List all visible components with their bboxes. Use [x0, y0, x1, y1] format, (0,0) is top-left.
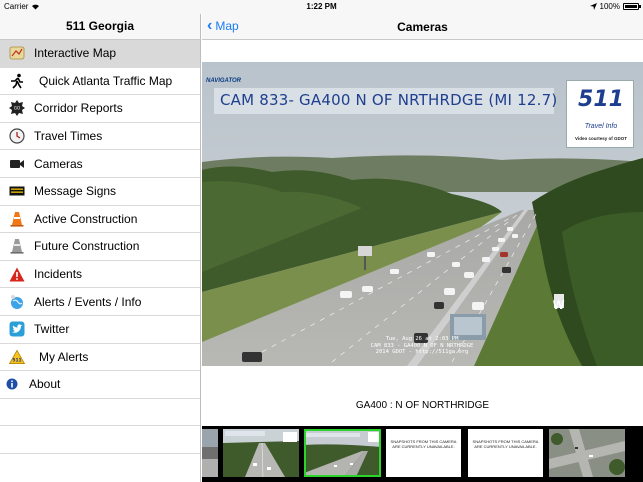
- camera-image[interactable]: CAM 833- GA400 N OF NRTHRDGE (MI 12.7) N…: [202, 62, 643, 366]
- location-arrow-icon: [589, 3, 597, 10]
- sidebar-item-quick-atlanta-traffic-map[interactable]: Quick Atlanta Traffic Map: [0, 68, 200, 96]
- gray-cone-icon: [9, 238, 25, 255]
- camera-thumbnail[interactable]: [223, 429, 299, 477]
- battery-percent: 100%: [599, 2, 620, 11]
- sidebar-item-interactive-map[interactable]: Interactive Map: [0, 40, 200, 68]
- camera-thumbnail[interactable]: [549, 429, 625, 477]
- map-icon: [9, 45, 25, 61]
- status-right: 100%: [589, 2, 641, 11]
- thumbnail-strip[interactable]: SNAPSHOTS FROM THIS CAMERA ARE CURRENTLY…: [202, 426, 643, 482]
- sidebar-item-label: My Alerts: [39, 349, 89, 364]
- sidebar-item-label: Quick Atlanta Traffic Map: [39, 73, 173, 88]
- sidebar-item-future-construction[interactable]: Future Construction: [0, 233, 200, 261]
- svg-text:511: 511: [12, 357, 21, 363]
- warning-icon: [9, 266, 25, 282]
- globe-icon: [9, 294, 25, 310]
- camera-thumbnail-selected[interactable]: [304, 429, 381, 477]
- empty-row: [0, 426, 200, 454]
- camera-thumbnail-unavailable[interactable]: SNAPSHOTS FROM THIS CAMERA ARE CURRENTLY…: [468, 429, 543, 477]
- timestamp-line: 2014 GDOT - http://511ga.org: [375, 349, 469, 355]
- 511-badge-icon: 511: [9, 349, 25, 365]
- sidebar: 511 Georgia Interactive Map Quick Atlant…: [0, 14, 201, 482]
- sidebar-title: 511 Georgia: [0, 14, 200, 40]
- svg-text:GO: GO: [14, 106, 20, 111]
- battery-icon: [623, 3, 641, 10]
- 511-logo-credit: Video courtesy of GDOT: [575, 136, 627, 141]
- sidebar-item-label: About: [29, 377, 61, 392]
- camera-thumbnail-unavailable[interactable]: SNAPSHOTS FROM THIS CAMERA ARE CURRENTLY…: [386, 429, 461, 477]
- sidebar-item-cameras[interactable]: Cameras: [0, 150, 200, 178]
- sidebar-item-alerts-events-info[interactable]: Alerts / Events / Info: [0, 288, 200, 316]
- detail-pane: ‹ Map Cameras CAM 833- GA400 N OF NRTHRD…: [202, 14, 643, 482]
- sidebar-menu: Interactive Map Quick Atlanta Traffic Ma…: [0, 40, 200, 454]
- sidebar-item-message-signs[interactable]: Message Signs: [0, 178, 200, 206]
- camera-thumbnail[interactable]: [202, 429, 218, 477]
- video-camera-icon: [9, 156, 25, 172]
- sidebar-item-about[interactable]: About: [0, 371, 200, 399]
- thumbnail-unavailable-text: SNAPSHOTS FROM THIS CAMERA ARE CURRENTLY…: [472, 439, 539, 449]
- sidebar-item-label: Alerts / Events / Info: [34, 294, 142, 309]
- detail-nav-bar: ‹ Map Cameras: [202, 14, 643, 40]
- sidebar-item-twitter[interactable]: Twitter: [0, 316, 200, 344]
- camera-timestamp: Tue, Aug 26 at 2:03 PM CAM 833 - GA400 N…: [342, 336, 502, 356]
- clock-icon: [9, 128, 25, 144]
- camera-overlay-title: CAM 833- GA400 N OF NRTHRDGE (MI 12.7): [220, 91, 558, 109]
- info-icon: [4, 376, 20, 392]
- 511-logo-sub: Travel Info: [584, 123, 618, 130]
- sidebar-item-label: Travel Times: [34, 129, 103, 144]
- status-bar: Carrier 1:22 PM 100%: [0, 0, 643, 14]
- thumbnail-unavailable-text: SNAPSHOTS FROM THIS CAMERA ARE CURRENTLY…: [390, 439, 457, 449]
- message-sign-icon: [9, 183, 25, 199]
- page-title: Cameras: [397, 20, 448, 34]
- status-time: 1:22 PM: [306, 2, 337, 11]
- runner-icon: [9, 73, 25, 89]
- sidebar-item-label: Corridor Reports: [34, 101, 123, 116]
- sidebar-item-my-alerts[interactable]: 511 My Alerts: [0, 344, 200, 372]
- navigator-brand: NAVIGATOR: [206, 78, 242, 84]
- sidebar-item-incidents[interactable]: Incidents: [0, 261, 200, 289]
- camera-sign-letter: W: [553, 298, 565, 312]
- 511-logo-number: 511: [578, 87, 624, 112]
- sidebar-item-active-construction[interactable]: Active Construction: [0, 206, 200, 234]
- sidebar-item-label: Twitter: [34, 322, 70, 337]
- sidebar-item-label: Message Signs: [34, 184, 117, 199]
- camera-caption: GA400 : N OF NORTHRIDGE: [355, 400, 490, 411]
- orange-cone-icon: [9, 211, 25, 227]
- report-badge-icon: GO: [9, 100, 25, 117]
- sidebar-item-label: Future Construction: [34, 239, 140, 254]
- sidebar-item-label: Interactive Map: [34, 46, 117, 61]
- sidebar-item-label: Cameras: [34, 156, 83, 171]
- 511-logo: 511 Travel Info Video courtesy of GDOT: [566, 80, 634, 148]
- sidebar-item-travel-times[interactable]: Travel Times: [0, 123, 200, 151]
- sidebar-item-label: Incidents: [34, 267, 83, 282]
- empty-row: [0, 399, 200, 427]
- sidebar-item-corridor-reports[interactable]: GO Corridor Reports: [0, 95, 200, 123]
- sidebar-item-label: Active Construction: [34, 211, 138, 226]
- twitter-icon: [9, 321, 25, 337]
